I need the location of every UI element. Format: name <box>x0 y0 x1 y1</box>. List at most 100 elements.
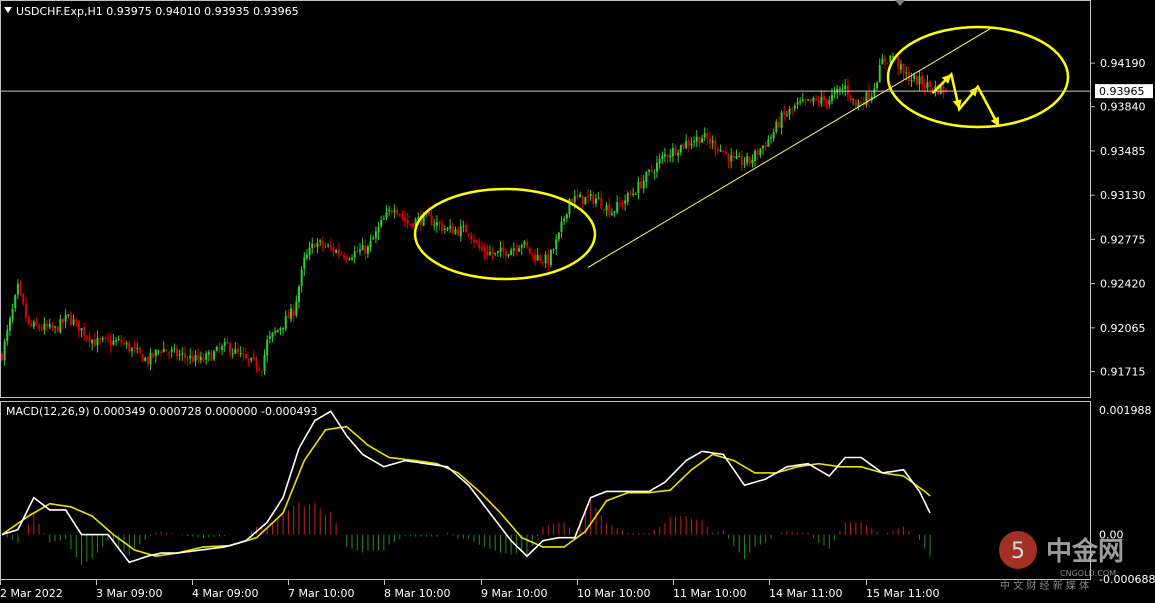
candle-body <box>345 257 348 260</box>
macd-axis-label: 0.001988 <box>1099 404 1152 417</box>
candle-body <box>19 282 22 294</box>
candle-body <box>539 255 542 261</box>
candle-body <box>878 64 881 83</box>
candle-body <box>478 242 481 249</box>
candle-body <box>663 154 666 157</box>
candle-body <box>849 95 852 100</box>
candle-body <box>573 195 576 203</box>
candle-body <box>470 234 473 239</box>
candle-body <box>154 349 157 356</box>
candle-body <box>491 252 494 255</box>
candle-body <box>128 342 131 352</box>
candle-body <box>658 158 661 164</box>
candle-body <box>557 232 560 240</box>
candle-body <box>597 198 600 200</box>
candle-body <box>690 143 693 146</box>
candle-body <box>915 75 918 85</box>
candle-body <box>655 162 658 172</box>
candle-body <box>921 76 924 85</box>
candle-body <box>706 133 709 139</box>
candle-body <box>648 170 651 172</box>
candle-body <box>499 248 502 253</box>
candle-body <box>388 209 391 212</box>
candle-body <box>899 64 902 70</box>
candle-body <box>250 357 253 361</box>
candle-body <box>152 353 155 358</box>
candle-body <box>99 338 102 340</box>
candle-body <box>96 337 99 346</box>
candle-body <box>311 243 314 248</box>
candle-body <box>727 153 730 162</box>
candle-body <box>886 62 889 64</box>
candle-body <box>881 59 884 65</box>
candle-body <box>438 221 441 225</box>
candle-body <box>854 99 857 106</box>
candle-body <box>303 257 306 269</box>
candle-body <box>584 196 587 205</box>
candle-body <box>244 354 247 359</box>
candle-body <box>581 195 584 204</box>
candle-body <box>910 79 913 81</box>
candle-body <box>833 91 836 95</box>
candle-body <box>11 308 14 320</box>
candle-body <box>305 254 308 259</box>
candle-body <box>14 295 17 309</box>
candle-body <box>653 172 656 174</box>
candle-body <box>531 252 534 254</box>
candle-body <box>404 216 407 221</box>
candle-body <box>181 353 184 355</box>
candle-body <box>61 318 64 323</box>
candle-body <box>242 353 245 356</box>
candle-body <box>361 245 364 251</box>
candle-body <box>610 213 613 216</box>
candle-body <box>772 131 775 139</box>
candle-body <box>764 144 767 147</box>
candle-body <box>528 247 531 254</box>
candle-body <box>541 262 544 264</box>
candle-body <box>157 350 160 352</box>
candle-body <box>897 57 900 69</box>
candle-body <box>743 162 746 165</box>
candle-body <box>385 212 388 219</box>
candle-body <box>64 315 67 322</box>
candle-body <box>199 356 202 361</box>
candle-body <box>380 219 383 227</box>
candle-body <box>640 181 643 189</box>
candle-body <box>443 228 446 230</box>
candle-body <box>191 356 194 363</box>
candle-body <box>295 301 298 316</box>
candle-body <box>714 140 717 150</box>
candle-body <box>762 145 765 149</box>
candle-body <box>698 136 701 144</box>
candle-body <box>210 353 213 361</box>
candle-body <box>451 226 454 235</box>
candle-body <box>75 320 78 322</box>
candle-body <box>560 221 563 232</box>
candle-body <box>563 218 566 222</box>
candle-body <box>592 194 595 204</box>
candle-body <box>913 74 916 80</box>
candle-body <box>740 156 743 165</box>
watermark-brand-cn: 中金网 <box>1046 536 1124 567</box>
candle-body <box>396 210 399 214</box>
current-price-label: 0.93965 <box>1099 85 1145 98</box>
candle-body <box>695 136 698 142</box>
candle-body <box>319 240 322 242</box>
watermark-brand-en: CNGOLD.COM <box>1060 569 1116 578</box>
candle-body <box>462 225 465 227</box>
usdchf-h1-chart[interactable]: 0.94190 0.93840 0.93485 0.93130 0.92775 0.924… <box>0 0 1155 603</box>
candle-body <box>146 357 149 365</box>
candle-body <box>229 343 232 354</box>
candle-body <box>624 200 627 204</box>
candle-body <box>38 325 41 329</box>
candle-body <box>130 347 133 352</box>
candle-body <box>369 240 372 248</box>
candle-body <box>661 155 664 159</box>
candle-body <box>809 98 812 102</box>
candle-body <box>594 198 597 204</box>
candle-body <box>846 84 849 95</box>
candle-body <box>719 149 722 152</box>
candle-body <box>868 91 871 101</box>
candle-body <box>441 224 444 231</box>
time-axis-label: 14 Mar 11:00 <box>769 587 842 600</box>
